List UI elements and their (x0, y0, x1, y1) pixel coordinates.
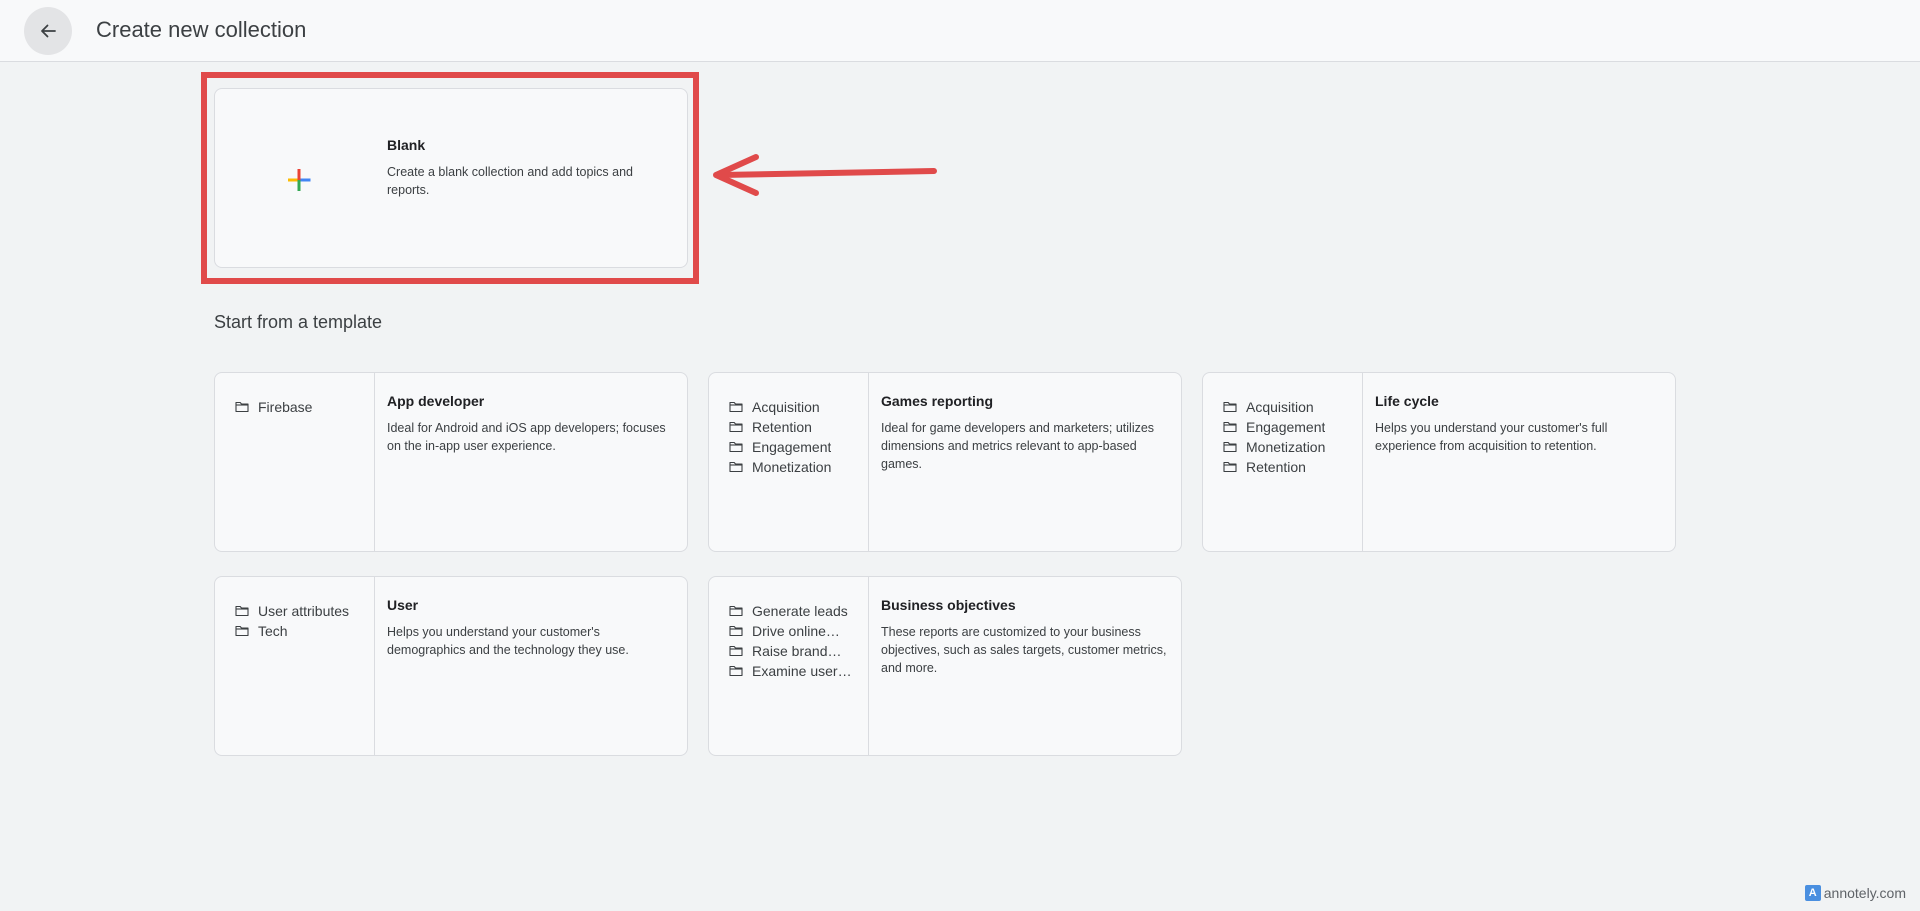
topic-item: Firebase (235, 397, 374, 417)
folder-icon (1223, 441, 1237, 453)
topic-item: Drive online… (729, 621, 868, 641)
topic-item: Acquisition (729, 397, 868, 417)
topic-item: Tech (235, 621, 374, 641)
folder-icon (235, 625, 249, 637)
arrow-annotation-icon (713, 154, 937, 196)
folder-icon (235, 605, 249, 617)
template-topic-list: User attributes Tech (215, 577, 375, 755)
topic-label: User attributes (258, 603, 350, 619)
annotely-logo-icon: A (1804, 885, 1821, 901)
template-card-life-cycle[interactable]: Acquisition Engagement Monetization Retenti… (1202, 372, 1676, 552)
folder-icon (729, 605, 743, 617)
template-topic-list: Firebase (215, 373, 375, 551)
template-topic-list: Acquisition Engagement Monetization Retenti… (1203, 373, 1363, 551)
topic-item: Monetization (1223, 437, 1362, 457)
back-button[interactable] (24, 7, 72, 55)
topic-item: Engagement (1223, 417, 1362, 437)
template-card-title: App developer (387, 393, 485, 409)
topic-label: Drive online… (752, 623, 840, 639)
topic-item: Examine user… (729, 661, 868, 681)
topic-label: Engagement (752, 439, 832, 455)
folder-icon (235, 401, 249, 413)
folder-icon (1223, 421, 1237, 433)
topic-item: User attributes (235, 601, 374, 621)
topic-label: Retention (752, 419, 812, 435)
topic-label: Acquisition (1246, 399, 1314, 415)
folder-icon (729, 401, 743, 413)
template-topic-list: Acquisition Retention Engagement Monetizati… (709, 373, 869, 551)
folder-icon (729, 625, 743, 637)
topic-label: Retention (1246, 459, 1306, 475)
watermark-text: annotely.com (1823, 885, 1906, 901)
topic-label: Acquisition (752, 399, 820, 415)
page-title: Create new collection (96, 17, 307, 42)
template-card-business-objectives[interactable]: Generate leads Drive online… Raise brand… E… (708, 576, 1182, 756)
folder-icon (729, 441, 743, 453)
blank-card-title: Blank (387, 137, 426, 153)
topic-item: Acquisition (1223, 397, 1362, 417)
colored-plus-icon (288, 169, 311, 191)
topic-label: Monetization (752, 459, 832, 475)
topic-label: Examine user… (752, 663, 852, 679)
topic-item: Retention (1223, 457, 1362, 477)
topic-label: Monetization (1246, 439, 1326, 455)
template-card-games-reporting[interactable]: Acquisition Retention Engagement Monetizati… (708, 372, 1182, 552)
folder-icon (729, 461, 743, 473)
topic-item: Engagement (729, 437, 868, 457)
blank-card-description: Create a blank collection and add topics… (387, 165, 633, 197)
template-section-title: Start from a template (214, 312, 383, 332)
arrow-back-icon (41, 24, 56, 38)
topic-item: Retention (729, 417, 868, 437)
folder-icon (1223, 401, 1237, 413)
topic-label: Firebase (258, 399, 313, 415)
topic-label: Raise brand… (752, 643, 842, 659)
folder-icon (729, 421, 743, 433)
folder-icon (729, 645, 743, 657)
template-card-app-developer[interactable]: Firebase App developer Ideal for Android a… (214, 372, 688, 552)
topic-item: Raise brand… (729, 641, 868, 661)
template-card-title: Business objectives (881, 597, 1016, 613)
topic-item: Generate leads (729, 601, 868, 621)
blank-collection-card[interactable]: Blank Create a blank collection and add … (214, 88, 688, 268)
template-card-user[interactable]: User attributes Tech User Helps you underst… (214, 576, 688, 756)
topic-label: Generate leads (752, 603, 848, 619)
template-card-description: Helps you understand your customer's dem… (387, 625, 629, 657)
template-card-title: User (387, 597, 419, 613)
folder-icon (729, 665, 743, 677)
template-card-description: These reports are customized to your bus… (881, 625, 1167, 675)
template-card-title: Life cycle (1375, 393, 1439, 409)
folder-icon (1223, 461, 1237, 473)
topic-label: Engagement (1246, 419, 1326, 435)
watermark: A annotely.com (1804, 885, 1906, 901)
template-topic-list: Generate leads Drive online… Raise brand… E… (709, 577, 869, 755)
template-card-description: Ideal for Android and iOS app developers… (387, 421, 666, 453)
template-card-title: Games reporting (881, 393, 994, 409)
topic-item: Monetization (729, 457, 868, 477)
topic-label: Tech (258, 623, 288, 639)
top-bar: Create new collection (0, 0, 1920, 62)
template-card-description: Helps you understand your customer's ful… (1375, 421, 1608, 453)
template-card-description: Ideal for game developers and marketers;… (881, 421, 1155, 471)
